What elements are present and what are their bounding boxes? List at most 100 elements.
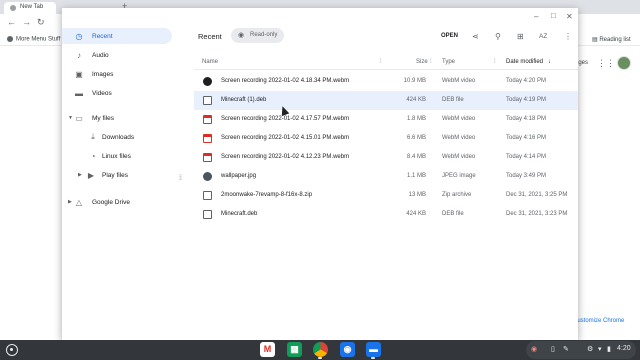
sidebar-resize-handle[interactable]: ⁞⁞ xyxy=(179,175,182,182)
file-size: 10.9 MB xyxy=(403,78,426,84)
column-name[interactable]: Name xyxy=(202,59,218,65)
sidebar-item-downloads[interactable]: ⤓ Downloads xyxy=(62,129,172,145)
share-icon[interactable]: ⋖ xyxy=(472,32,479,41)
table-row[interactable]: Screen recording 2022-01-02 4.18.34 PM.w… xyxy=(194,72,578,91)
file-date: Today 4:14 PM xyxy=(506,154,547,160)
page-title: Recent xyxy=(198,32,222,41)
table-row[interactable]: Screen recording 2022-01-02 4.12.23 PM.w… xyxy=(194,148,578,167)
chrome-tab[interactable]: New Tab xyxy=(4,2,56,14)
forward-icon[interactable]: → xyxy=(22,17,31,27)
video-icon: ▬ xyxy=(75,88,83,98)
sidebar-item-videos[interactable]: ▬ Videos xyxy=(62,85,172,101)
sidebar-item-label: Audio xyxy=(92,51,109,59)
clipboard-icon[interactable]: ▯ xyxy=(551,345,555,353)
sidebar-item-google-drive[interactable]: ▶ △ Google Drive xyxy=(62,194,172,210)
recording-thumbnail xyxy=(203,77,212,86)
chrome-icon[interactable] xyxy=(313,342,328,357)
drive-icon: △ xyxy=(75,197,83,207)
play-icon: ▶ xyxy=(87,170,95,180)
running-indicator xyxy=(318,357,322,359)
download-icon: ⤓ xyxy=(91,132,95,141)
column-type[interactable]: Type xyxy=(442,59,455,65)
minimize-icon[interactable]: – xyxy=(534,12,538,21)
file-name: Screen recording 2022-01-02 4.15.01 PM.w… xyxy=(221,135,350,141)
file-name: Screen recording 2022-01-02 4.18.34 PM.w… xyxy=(221,78,350,84)
file-name: 2moonwake-7revamp-8-f16x-8.zip xyxy=(221,192,313,198)
sidebar-item-images[interactable]: ▣ Images xyxy=(62,66,172,82)
sheets-icon[interactable]: ▦ xyxy=(287,342,302,357)
image-icon: ▣ xyxy=(75,69,83,79)
sort-az-icon[interactable]: AZ xyxy=(539,33,547,40)
apps-grid-icon[interactable]: ⋮⋮ xyxy=(597,58,615,69)
sidebar-item-play-files[interactable]: ▶ ▶ Play files xyxy=(62,167,172,183)
launcher-icon[interactable] xyxy=(6,344,18,356)
video-file-icon xyxy=(203,134,212,143)
zip-file-icon xyxy=(203,191,212,200)
settings-icon[interactable]: ⚙ xyxy=(587,345,593,353)
open-button[interactable]: OPEN xyxy=(441,33,458,39)
caret-right-icon[interactable]: ▶ xyxy=(68,199,72,205)
file-type: WebM video xyxy=(442,78,476,84)
caret-down-icon[interactable]: ▼ xyxy=(68,115,73,121)
files-icon[interactable]: ▬ xyxy=(366,342,381,357)
table-row[interactable]: Screen recording 2022-01-02 4.15.01 PM.w… xyxy=(194,129,578,148)
file-icon xyxy=(203,210,212,219)
bookmark-label: More Menu Stuff xyxy=(16,36,61,43)
file-size: 8.4 MB xyxy=(406,154,426,160)
table-row[interactable]: Screen recording 2022-01-02 4.17.57 PM.w… xyxy=(194,110,578,129)
gmail-icon[interactable]: M xyxy=(260,342,275,357)
linux-icon: ◔ xyxy=(90,151,96,161)
file-type: WebM video xyxy=(442,135,476,141)
reading-list-button[interactable]: ▤ Reading list xyxy=(592,36,631,43)
bookmark-item[interactable]: More Menu Stuff xyxy=(7,36,60,43)
grid-view-icon[interactable]: ⊞ xyxy=(517,32,524,41)
running-indicator xyxy=(371,357,375,359)
sidebar-item-label: Downloads xyxy=(102,133,135,141)
file-name: wallpaper.jpg xyxy=(221,173,257,179)
back-icon[interactable]: ← xyxy=(7,17,16,27)
file-date: Today 4:19 PM xyxy=(506,97,547,103)
table-row[interactable]: 2moonwake-7revamp-8-f16x-8.zip 13 MB Zip… xyxy=(194,186,578,205)
column-resize-icon[interactable]: ⁞ xyxy=(494,59,496,65)
sidebar-item-label: Recent xyxy=(92,32,113,40)
table-row[interactable]: wallpaper.jpg 1.1 MB JPEG image Today 3:… xyxy=(194,167,578,186)
file-date: Today 3:49 PM xyxy=(506,173,547,179)
sidebar-item-recent[interactable]: ◷ Recent xyxy=(62,28,172,44)
sidebar-item-audio[interactable]: ♪ Audio xyxy=(62,47,172,63)
file-type: JPEG image xyxy=(442,173,476,179)
read-only-badge: ◉ Read-only xyxy=(231,28,284,43)
recording-stop-icon[interactable]: ◉ xyxy=(531,345,537,353)
avatar[interactable] xyxy=(617,56,631,70)
sidebar-item-label: Images xyxy=(92,70,114,78)
file-date: Dec 31, 2021, 3:25 PM xyxy=(506,192,568,198)
search-icon[interactable]: ⚲ xyxy=(495,32,501,41)
clock-icon: ◷ xyxy=(75,31,83,41)
sidebar-item-my-files[interactable]: ▼ ▭ My files xyxy=(62,110,172,126)
eye-icon: ◉ xyxy=(238,32,245,39)
sidebar-item-linux-files[interactable]: ◔ Linux files xyxy=(62,148,172,164)
camera-icon[interactable]: ◉ xyxy=(340,342,355,357)
table-row[interactable]: Minecraft.deb 424 KB DEB file Dec 31, 20… xyxy=(194,205,578,224)
column-resize-icon[interactable]: ⁞ xyxy=(430,59,432,65)
file-type: WebM video xyxy=(442,116,476,122)
bookmark-icon xyxy=(7,36,13,42)
stylus-icon[interactable]: ✎ xyxy=(563,345,569,353)
sort-descending-icon[interactable]: ↓ xyxy=(548,59,551,65)
wifi-icon: ▾ xyxy=(598,346,602,353)
column-resize-icon[interactable]: ⁞ xyxy=(380,59,382,65)
computer-icon: ▭ xyxy=(75,113,83,123)
column-size[interactable]: Size xyxy=(416,59,428,65)
clock[interactable]: 4:20 xyxy=(617,345,631,352)
file-size: 6.6 MB xyxy=(406,135,426,141)
audio-icon: ♪ xyxy=(77,50,81,60)
caret-right-icon[interactable]: ▶ xyxy=(78,172,82,178)
close-icon[interactable]: ✕ xyxy=(566,12,573,21)
customize-chrome-link[interactable]: Customize Chrome xyxy=(573,318,624,324)
file-size: 13 MB xyxy=(408,192,426,198)
more-vert-icon[interactable]: ⋮ xyxy=(564,32,572,41)
reload-icon[interactable]: ↻ xyxy=(37,17,45,28)
table-row[interactable]: Minecraft (1).deb 424 KB DEB file Today … xyxy=(194,91,578,110)
maximize-icon[interactable]: □ xyxy=(551,11,556,20)
file-size: 424 KB xyxy=(406,211,426,217)
column-date-modified[interactable]: Date modified xyxy=(506,59,543,65)
